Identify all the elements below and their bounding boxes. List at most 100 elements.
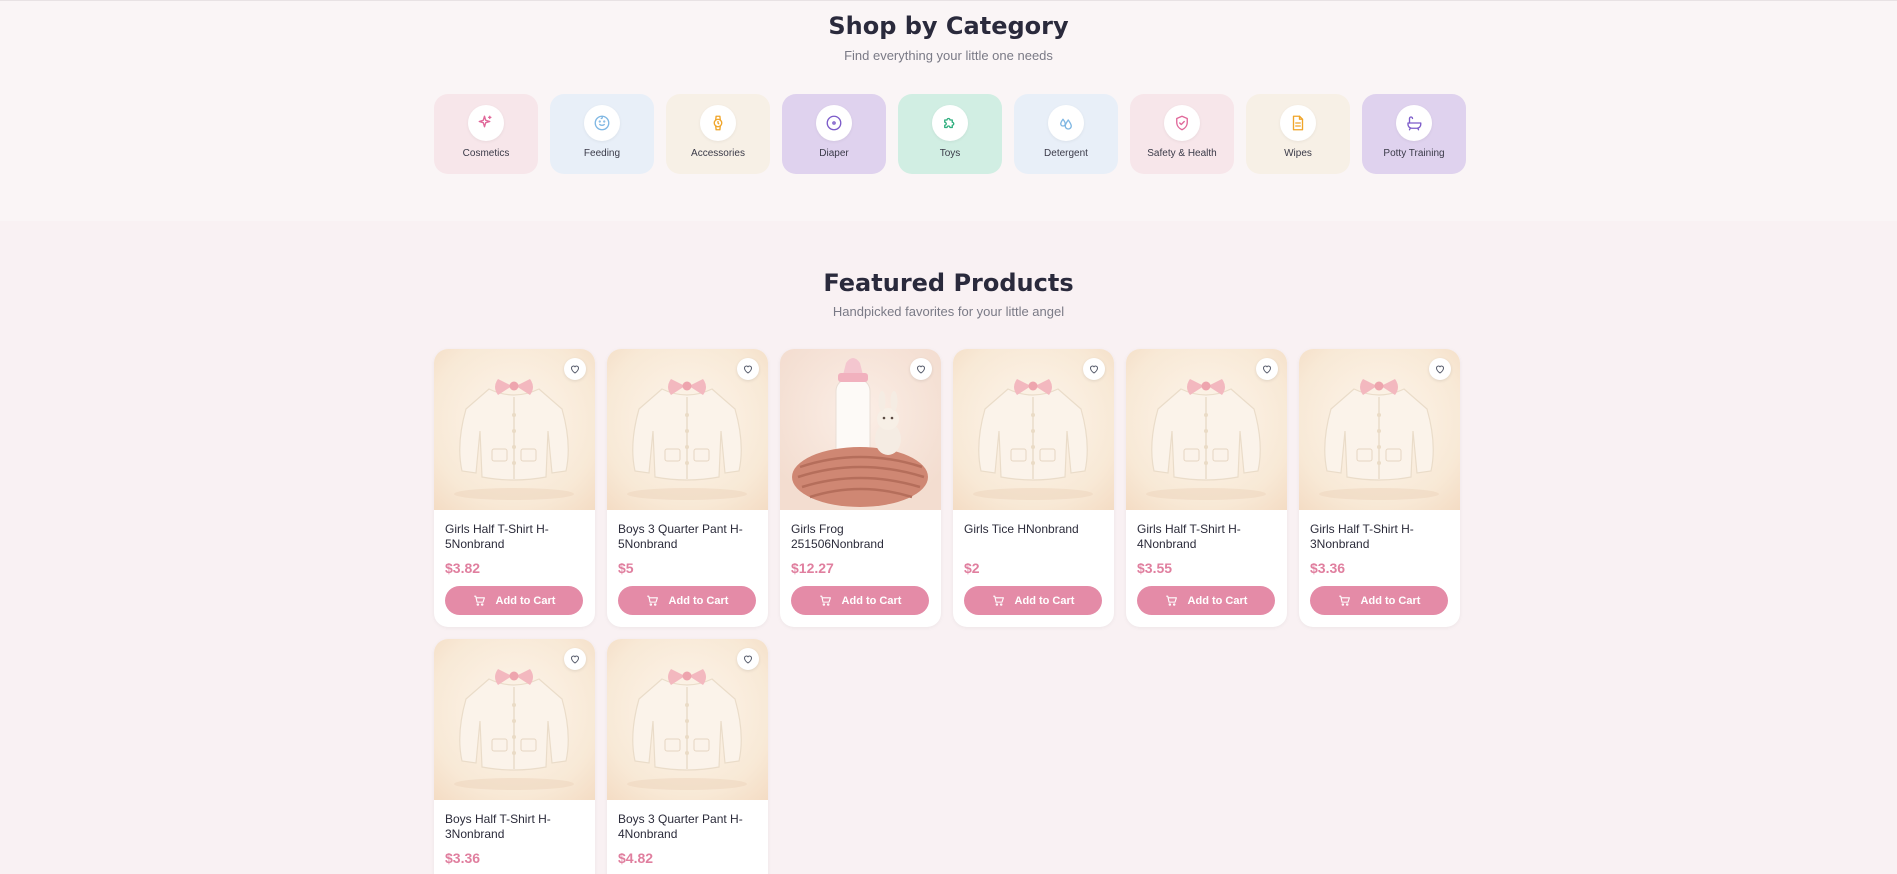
category-section-subtitle: Find everything your little one needs: [844, 48, 1053, 63]
product-name[interactable]: Girls Half T-Shirt H-4Nonbrand: [1137, 522, 1277, 552]
cart-icon: [473, 594, 486, 607]
add-to-cart-button[interactable]: Add to Cart: [964, 586, 1102, 615]
category-label: Feeding: [583, 148, 621, 159]
add-to-cart-label: Add to Cart: [668, 594, 729, 607]
cart-icon: [819, 594, 832, 607]
cart-icon: [1338, 594, 1351, 607]
add-to-cart-label: Add to Cart: [1187, 594, 1248, 607]
category-label: Wipes: [1284, 148, 1312, 159]
sparkle-icon: [468, 105, 504, 141]
product-grid: Girls Half T-Shirt H-5Nonbrand $3.82 Add t…: [434, 349, 1460, 874]
droplets-icon: [1048, 105, 1084, 141]
product-price: $12.27: [791, 560, 834, 576]
category-card-detergent[interactable]: Detergent: [1014, 94, 1118, 174]
product-price: $4.82: [618, 850, 654, 866]
category-list: Cosmetics Feeding Accessories Diaper Toys Det…: [434, 94, 1466, 174]
product-price: $3.36: [445, 850, 481, 866]
product-card[interactable]: Boys 3 Quarter Pant H-5Nonbrand $5 Add to …: [607, 349, 768, 627]
product-name[interactable]: Girls Half T-Shirt H-5Nonbrand: [445, 522, 585, 552]
product-price: $3.55: [1137, 560, 1173, 576]
product-image[interactable]: [607, 349, 768, 510]
add-to-cart-label: Add to Cart: [1014, 594, 1075, 607]
heart-icon: [1261, 363, 1273, 375]
product-image[interactable]: [1299, 349, 1460, 510]
heart-icon: [1434, 363, 1446, 375]
cart-icon: [646, 594, 659, 607]
category-label: Safety & Health: [1147, 148, 1217, 159]
heart-icon: [569, 653, 581, 665]
watch-icon: [700, 105, 736, 141]
wishlist-button[interactable]: [737, 648, 759, 670]
wishlist-button[interactable]: [1429, 358, 1451, 380]
wishlist-button[interactable]: [564, 358, 586, 380]
product-price: $5: [618, 560, 634, 576]
product-image[interactable]: [953, 349, 1114, 510]
add-to-cart-label: Add to Cart: [1360, 594, 1421, 607]
circle-dot-icon: [816, 105, 852, 141]
product-card[interactable]: Girls Tice HNonbrand $2 Add to Cart: [953, 349, 1114, 627]
add-to-cart-button[interactable]: Add to Cart: [1137, 586, 1275, 615]
product-card[interactable]: Girls Half T-Shirt H-4Nonbrand $3.55 Add t…: [1126, 349, 1287, 627]
product-name[interactable]: Girls Tice HNonbrand: [964, 522, 1104, 537]
product-name[interactable]: Boys Half T-Shirt H-3Nonbrand: [445, 812, 585, 842]
add-to-cart-button[interactable]: Add to Cart: [445, 586, 583, 615]
heart-icon: [915, 363, 927, 375]
featured-section-subtitle: Handpicked favorites for your little ang…: [832, 304, 1065, 319]
wishlist-button[interactable]: [564, 648, 586, 670]
add-to-cart-button[interactable]: Add to Cart: [618, 586, 756, 615]
category-card-diaper[interactable]: Diaper: [782, 94, 886, 174]
category-label: Potty Training: [1383, 148, 1445, 159]
wishlist-button[interactable]: [910, 358, 932, 380]
category-card-cosmetics[interactable]: Cosmetics: [434, 94, 538, 174]
cart-icon: [992, 594, 1005, 607]
category-label: Detergent: [1044, 148, 1088, 159]
add-to-cart-label: Add to Cart: [495, 594, 556, 607]
category-label: Diaper: [819, 148, 849, 159]
heart-icon: [742, 363, 754, 375]
category-section: Shop by Category Find everything your li…: [0, 0, 1897, 221]
product-name[interactable]: Girls Half T-Shirt H-3Nonbrand: [1310, 522, 1450, 552]
product-card[interactable]: Girls Half T-Shirt H-5Nonbrand $3.82 Add t…: [434, 349, 595, 627]
wishlist-button[interactable]: [1083, 358, 1105, 380]
category-card-toys[interactable]: Toys: [898, 94, 1002, 174]
category-card-wipes[interactable]: Wipes: [1246, 94, 1350, 174]
product-card[interactable]: Boys 3 Quarter Pant H-4Nonbrand$4.82Add …: [607, 639, 768, 874]
add-to-cart-label: Add to Cart: [841, 594, 902, 607]
category-card-safety-health[interactable]: Safety & Health: [1130, 94, 1234, 174]
product-price: $3.36: [1310, 560, 1346, 576]
cart-icon: [1165, 594, 1178, 607]
featured-section-title: Featured Products: [823, 269, 1074, 297]
add-to-cart-button[interactable]: Add to Cart: [791, 586, 929, 615]
product-card[interactable]: Girls Frog 251506Nonbrand $12.27 Add to Ca…: [780, 349, 941, 627]
wishlist-button[interactable]: [737, 358, 759, 380]
category-card-feeding[interactable]: Feeding: [550, 94, 654, 174]
heart-icon: [1088, 363, 1100, 375]
product-card[interactable]: Girls Half T-Shirt H-3Nonbrand $3.36 Add t…: [1299, 349, 1460, 627]
baby-face-icon: [584, 105, 620, 141]
category-card-potty-training[interactable]: Potty Training: [1362, 94, 1466, 174]
category-card-accessories[interactable]: Accessories: [666, 94, 770, 174]
shield-check-icon: [1164, 105, 1200, 141]
product-image[interactable]: [1126, 349, 1287, 510]
product-image[interactable]: [434, 639, 595, 800]
product-name[interactable]: Boys 3 Quarter Pant H-4Nonbrand: [618, 812, 758, 842]
heart-icon: [742, 653, 754, 665]
puzzle-icon: [932, 105, 968, 141]
wishlist-button[interactable]: [1256, 358, 1278, 380]
product-name[interactable]: Girls Frog 251506Nonbrand: [791, 522, 931, 552]
category-label: Toys: [939, 148, 961, 159]
heart-icon: [569, 363, 581, 375]
product-name[interactable]: Boys 3 Quarter Pant H-5Nonbrand: [618, 522, 758, 552]
category-section-title: Shop by Category: [828, 12, 1069, 40]
category-label: Cosmetics: [462, 148, 510, 159]
product-card[interactable]: Boys Half T-Shirt H-3Nonbrand$3.36Add to…: [434, 639, 595, 874]
document-icon: [1280, 105, 1316, 141]
product-price: $2: [964, 560, 980, 576]
product-image[interactable]: [780, 349, 941, 510]
category-label: Accessories: [691, 148, 745, 159]
product-price: $3.82: [445, 560, 481, 576]
product-image[interactable]: [434, 349, 595, 510]
add-to-cart-button[interactable]: Add to Cart: [1310, 586, 1448, 615]
bathtub-icon: [1396, 105, 1432, 141]
product-image[interactable]: [607, 639, 768, 800]
